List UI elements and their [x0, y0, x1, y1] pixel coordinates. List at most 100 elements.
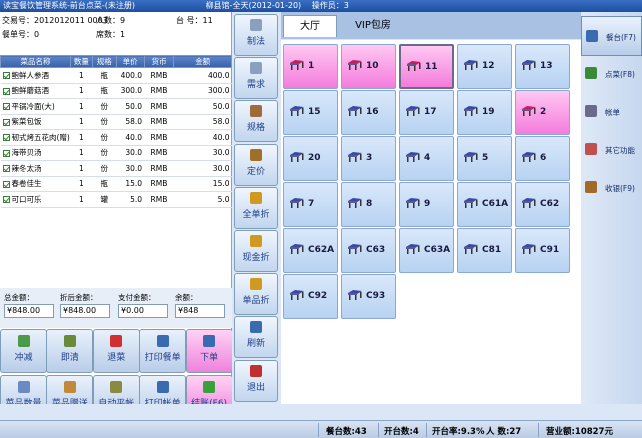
table-C92[interactable]: C92: [283, 274, 338, 319]
table-20[interactable]: 20: [283, 136, 338, 181]
table-number-label: 12: [482, 61, 495, 71]
table-C93[interactable]: C93: [341, 274, 396, 319]
dish-name-text: 可口可乐: [11, 194, 42, 204]
dish-cell: 300.0: [173, 83, 232, 99]
table-8[interactable]: 8: [341, 182, 396, 227]
checkbox-icon[interactable]: [2, 149, 10, 157]
table-17[interactable]: 17: [399, 90, 454, 135]
request-button[interactable]: 需求: [234, 57, 278, 100]
table-C62A[interactable]: C62A: [283, 228, 338, 273]
dish-cell: 400.0: [116, 67, 145, 84]
exit-button[interactable]: 退出: [234, 359, 278, 402]
table-number-label: 2: [540, 107, 547, 117]
table-7[interactable]: 7: [283, 182, 338, 227]
table-13[interactable]: 13: [515, 44, 570, 89]
tab-vip[interactable]: VIP包房: [343, 15, 403, 37]
clear-button[interactable]: 即清: [46, 329, 94, 373]
table-C63[interactable]: C63: [341, 228, 396, 273]
table-number-label: 19: [482, 107, 495, 117]
offset-button[interactable]: 冲减: [0, 329, 47, 373]
balance-field[interactable]: ¥848: [175, 304, 225, 318]
nav-other[interactable]: 其它功能: [581, 130, 642, 170]
full-discount-button[interactable]: 全单折: [234, 186, 278, 229]
table-number-label: 9: [424, 199, 431, 209]
dish-cell: 1: [70, 176, 93, 192]
print-order-icon: [156, 335, 169, 347]
return-dish-button[interactable]: 退菜: [92, 329, 140, 373]
table-number-label: 10: [366, 61, 379, 71]
table-1[interactable]: 1: [283, 44, 338, 89]
dish-row[interactable]: 鲍鲜人参酒 1 瓶 400.0 RMB 400.0: [0, 67, 232, 84]
refresh-button[interactable]: 刷新: [234, 316, 278, 359]
table-C81[interactable]: C81: [457, 228, 512, 273]
spec-button[interactable]: 规格: [234, 100, 278, 143]
dish-row[interactable]: 紫菜包饭 1 份 58.0 RMB 58.0: [0, 114, 232, 130]
table-5[interactable]: 5: [457, 136, 512, 181]
seat-count: 席数：1: [96, 30, 126, 39]
print-order-button[interactable]: 打印餐单: [139, 329, 187, 373]
pricing-button[interactable]: 定价: [234, 143, 278, 186]
total-field[interactable]: ¥848.00: [4, 304, 54, 318]
submit-order-button[interactable]: 下单: [185, 329, 233, 373]
spec-icon: [250, 105, 262, 118]
table-number-label: 1: [308, 61, 315, 71]
table-6[interactable]: 6: [515, 136, 570, 181]
table-9[interactable]: 9: [399, 182, 454, 227]
dish-table: 菜品名称 数量 规格 单价 货币 金额 鲍鲜人参酒 1 瓶 400.0 RMB 400.0 鲍鲜蘑菇酒…: [0, 55, 232, 208]
table-11[interactable]: 11: [399, 44, 454, 89]
nav-tables[interactable]: 餐台(F7): [581, 16, 642, 56]
dish-row[interactable]: 辣冬太汤 1 份 30.0 RMB 30.0: [0, 160, 232, 177]
checkbox-icon[interactable]: [2, 165, 10, 173]
exit-button-label: 退出: [246, 382, 265, 393]
dish-name-text: 紫菜包饭: [11, 117, 42, 127]
dish-cell: RMB: [144, 114, 174, 130]
dish-cell: 1: [70, 114, 93, 130]
table-C62[interactable]: C62: [515, 182, 570, 227]
nav-tables-icon: [586, 30, 598, 42]
table-4[interactable]: 4: [399, 136, 454, 181]
table-icon: [348, 106, 362, 116]
dish-row[interactable]: 春卷佳生 1 瓶 15.0 RMB 15.0: [0, 176, 232, 192]
cash-discount-button[interactable]: 现金折: [234, 230, 278, 272]
table-19[interactable]: 19: [457, 90, 512, 135]
table-icon: [290, 244, 304, 254]
table-C63A[interactable]: C63A: [399, 228, 454, 273]
table-15[interactable]: 15: [283, 90, 338, 135]
checkbox-icon[interactable]: [2, 196, 10, 204]
dish-cell-text: RMB: [150, 86, 168, 96]
table-C91[interactable]: C91: [515, 228, 570, 273]
dish-row[interactable]: 平锅冷面(大) 1 份 50.0 RMB 50.0: [0, 98, 232, 115]
dish-cell: 瓶: [92, 67, 117, 84]
checkbox-icon[interactable]: [2, 72, 10, 80]
dish-row[interactable]: 韧式烤五花肉(赠) 1 份 40.0 RMB 40.0: [0, 129, 232, 146]
nav-cashier[interactable]: 收银(F9): [581, 168, 642, 208]
table-C61A[interactable]: C61A: [457, 182, 512, 227]
method-button[interactable]: 制法: [234, 14, 278, 56]
nav-bill[interactable]: 帐单: [581, 92, 642, 132]
dish-row[interactable]: 海带贝汤 1 份 30.0 RMB 30.0: [0, 145, 232, 161]
table-16[interactable]: 16: [341, 90, 396, 135]
checkbox-icon[interactable]: [2, 180, 10, 188]
dish-cell: 50.0: [116, 98, 145, 115]
discount-field[interactable]: ¥848.00: [60, 304, 110, 318]
item-discount-button[interactable]: 单品折: [234, 273, 278, 316]
nav-order[interactable]: 点菜(F8): [581, 54, 642, 94]
method-button-label: 制法: [246, 37, 265, 47]
checkbox-icon[interactable]: [2, 134, 10, 142]
dish-cell: 40.0: [173, 129, 232, 146]
spec-button-label: 规格: [246, 123, 265, 134]
paid-field[interactable]: ¥0.00: [118, 304, 168, 318]
checkbox-icon[interactable]: [2, 87, 10, 95]
checkbox-icon[interactable]: [2, 118, 10, 126]
table-10[interactable]: 10: [341, 44, 396, 89]
table-3[interactable]: 3: [341, 136, 396, 181]
dish-row[interactable]: 可口可乐 1 罐 5.0 RMB 5.0: [0, 191, 232, 208]
table-2[interactable]: 2: [515, 90, 570, 135]
dish-name: 鲍鲜人参酒: [0, 67, 71, 84]
checkbox-icon[interactable]: [2, 103, 10, 111]
dish-row[interactable]: 鲍鲜蘑菇酒 1 瓶 300.0 RMB 300.0: [0, 83, 232, 99]
table-12[interactable]: 12: [457, 44, 512, 89]
offset-button-label: 冲减: [14, 353, 33, 363]
tab-hall[interactable]: 大厅: [283, 15, 337, 37]
column-header: 金额: [173, 55, 232, 68]
